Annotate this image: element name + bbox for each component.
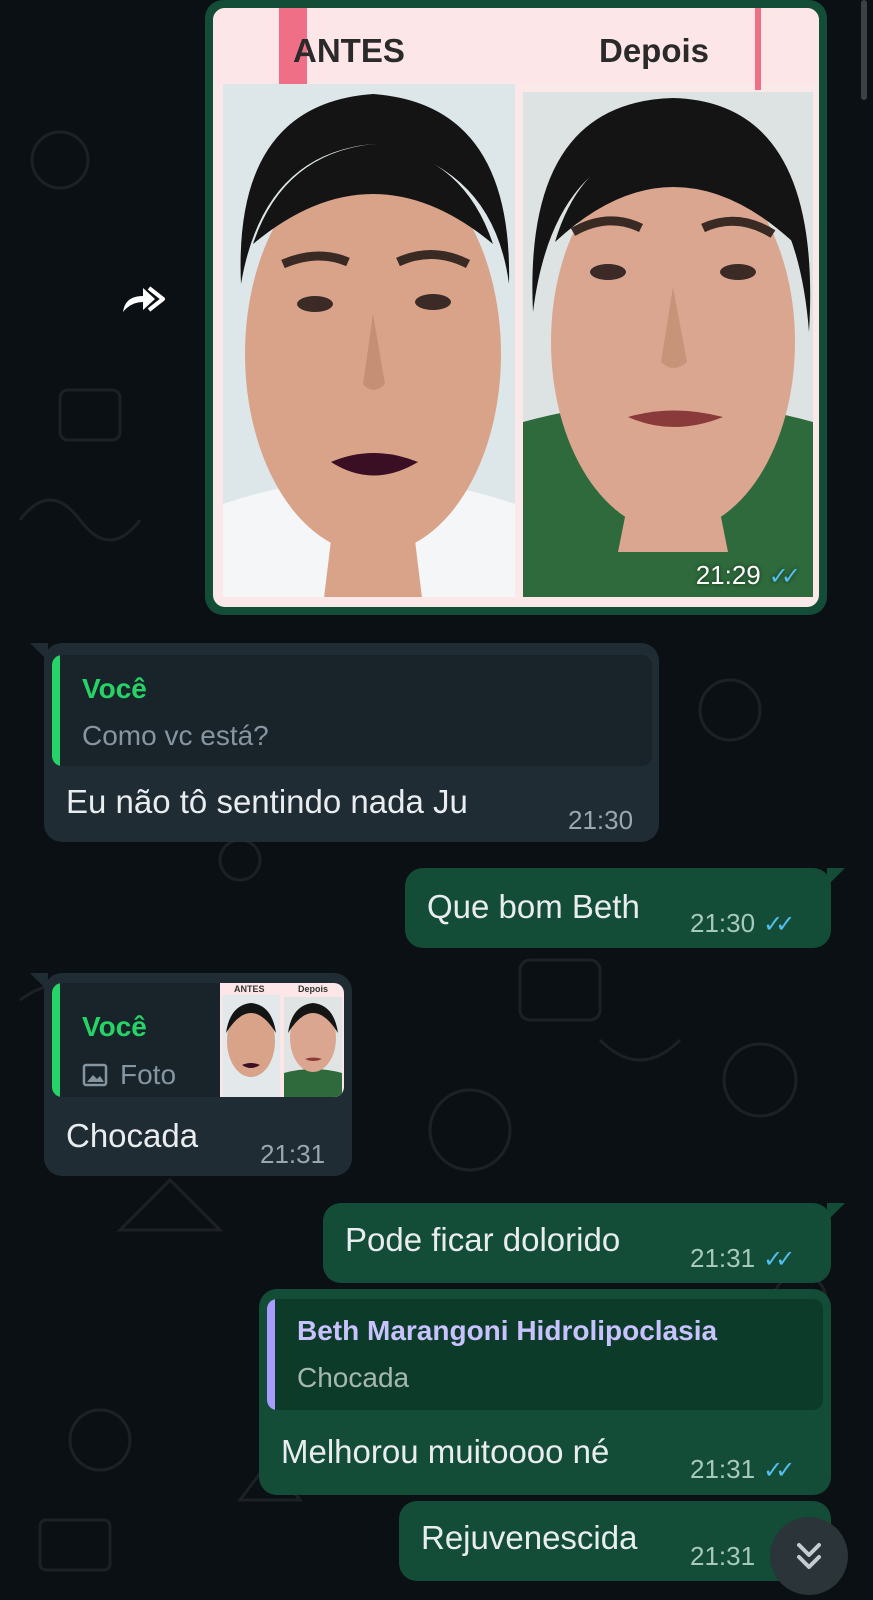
label-after: Depois bbox=[599, 32, 710, 69]
bubble-tail bbox=[30, 643, 48, 661]
scrollbar[interactable] bbox=[861, 0, 867, 100]
quote-author: Você bbox=[82, 1011, 147, 1042]
message-time: 21:31 ✓✓ bbox=[690, 1243, 795, 1273]
message-text: Pode ficar dolorido bbox=[345, 1221, 621, 1258]
message-time: 21:29 ✓✓ bbox=[695, 560, 801, 590]
double-chevron-down-icon bbox=[797, 1543, 821, 1569]
message-time: 21:31 bbox=[260, 1139, 326, 1169]
forward-icon bbox=[123, 286, 165, 312]
message-time: 21:31 ✓✓ bbox=[690, 1454, 795, 1484]
quote-text: Chocada bbox=[297, 1362, 410, 1393]
outgoing-message[interactable]: Rejuvenescida 21:31 bbox=[399, 1501, 831, 1581]
quote-bar bbox=[267, 1299, 275, 1410]
photo-after bbox=[523, 92, 813, 597]
label-before: ANTES bbox=[293, 32, 405, 69]
outgoing-message[interactable]: Pode ficar dolorido 21:31 ✓✓ bbox=[323, 1203, 845, 1283]
message-text: Chocada bbox=[66, 1117, 199, 1154]
double-check-read-icon: ✓✓ bbox=[763, 1457, 795, 1484]
double-check-read-icon: ✓✓ bbox=[768, 563, 801, 590]
message-text: Eu não tô sentindo nada Ju bbox=[66, 783, 468, 820]
incoming-message[interactable]: Você Foto ANTES Depois Chocada 21:31 bbox=[30, 973, 352, 1176]
photo-before bbox=[223, 84, 515, 597]
double-check-read-icon: ✓✓ bbox=[763, 911, 795, 938]
message-time: 21:30 ✓✓ bbox=[690, 908, 795, 938]
message-time: 21:30 bbox=[568, 805, 634, 835]
quote-thumbnail: ANTES Depois bbox=[220, 983, 344, 1097]
quote-bar bbox=[52, 655, 60, 766]
outgoing-message[interactable]: Que bom Beth 21:30 ✓✓ bbox=[405, 868, 845, 948]
outgoing-message[interactable]: Beth Marangoni Hidrolipoclasia Chocada M… bbox=[259, 1289, 831, 1495]
scroll-to-bottom-button[interactable] bbox=[770, 1517, 848, 1595]
quote-text: Foto bbox=[120, 1059, 177, 1090]
collage-accent-bar-right bbox=[755, 8, 761, 90]
quote-photo-label: Foto bbox=[82, 1059, 176, 1091]
quoted-message[interactable]: Você Como vc está? bbox=[52, 655, 652, 766]
image-message[interactable]: ANTES Depois 21:29 ✓✓ bbox=[205, 0, 827, 615]
quote-text: Como vc está? bbox=[82, 720, 269, 751]
quoted-message[interactable]: Beth Marangoni Hidrolipoclasia Chocada bbox=[267, 1299, 823, 1410]
bubble-tail bbox=[827, 868, 845, 886]
quote-author: Beth Marangoni Hidrolipoclasia bbox=[297, 1315, 718, 1346]
forward-button[interactable] bbox=[112, 270, 176, 328]
message-text: Rejuvenescida bbox=[421, 1519, 638, 1556]
message-time: 21:31 bbox=[690, 1541, 756, 1571]
message-text: Que bom Beth bbox=[427, 888, 640, 925]
double-check-read-icon: ✓✓ bbox=[763, 1246, 795, 1273]
quote-bar bbox=[52, 983, 60, 1097]
bubble-tail bbox=[30, 973, 48, 991]
photo-icon bbox=[82, 1063, 108, 1087]
bubble-tail bbox=[827, 1203, 845, 1221]
incoming-message[interactable]: Você Como vc está? Eu não tô sentindo na… bbox=[30, 643, 659, 842]
quote-author: Você bbox=[82, 673, 147, 704]
quoted-message[interactable]: Você Foto ANTES Depois bbox=[52, 983, 344, 1097]
before-after-photo[interactable]: ANTES Depois 21:29 ✓✓ bbox=[213, 8, 819, 607]
message-text: Melhorou muitoooo né bbox=[281, 1433, 610, 1470]
